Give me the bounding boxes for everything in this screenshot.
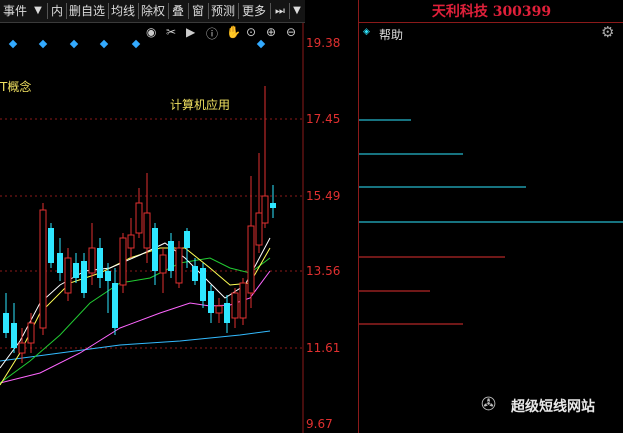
toolbar-separator — [238, 3, 239, 19]
event-markers[interactable] — [8, 39, 266, 49]
chart-toolbar: 事件 ▼ 内 删自选 均线 除权 叠 窗 预测 更多 ⏭ ▼ — [0, 0, 305, 23]
candle-body[interactable] — [119, 237, 127, 286]
toolbar-forecast[interactable]: 预测 — [210, 2, 236, 20]
candle-body[interactable] — [81, 261, 87, 293]
kline-chart-panel[interactable]: ◉ ✂ ▶ ⓘ ✋ ⊙ ⊕ ⊖ T概念 计算机应用 19.38 17.45 15… — [0, 23, 358, 433]
candle-body[interactable] — [159, 254, 167, 274]
toolbar-separator — [208, 3, 209, 19]
candle-body[interactable] — [97, 248, 103, 278]
toolbar-separator — [138, 3, 139, 19]
candle-body[interactable] — [231, 292, 239, 319]
quote-panel: 天利科技 300399 ◈ 帮助 ⚙ ✇ 超级短线网站 — [358, 0, 623, 433]
candlesticks[interactable] — [3, 86, 276, 363]
toolbar-separator — [108, 3, 109, 19]
candle-body[interactable] — [175, 247, 183, 284]
play-prev-icon[interactable]: ⏭ — [272, 2, 288, 20]
dropdown-icon[interactable]: ▼ — [291, 2, 303, 20]
toolbar-separator — [47, 3, 48, 19]
candle-body[interactable] — [135, 202, 143, 234]
menu-dropdown-icon[interactable]: ▼ — [31, 2, 45, 20]
candle-body[interactable] — [168, 241, 174, 271]
candle-body[interactable] — [64, 257, 72, 294]
candle-body[interactable] — [57, 253, 63, 273]
candle-body[interactable] — [105, 271, 111, 281]
toolbar-separator — [270, 3, 271, 19]
candle-body[interactable] — [270, 203, 276, 208]
candle-body[interactable] — [255, 212, 263, 246]
candle-body[interactable] — [152, 228, 158, 271]
price-axis-label: 9.67 — [306, 417, 333, 431]
candle-body[interactable] — [112, 283, 118, 328]
candle-body[interactable] — [127, 234, 135, 249]
hand-icon[interactable]: ✋ — [226, 25, 241, 39]
chart-annotation: 计算机应用 — [170, 98, 231, 112]
play-icon[interactable]: ▶ — [186, 25, 195, 39]
plus-icon[interactable]: ⊕ — [266, 25, 276, 39]
eye-icon[interactable]: ◉ — [146, 25, 156, 39]
kline-chart[interactable] — [0, 23, 358, 433]
toolbar-separator — [289, 3, 290, 19]
price-axis-label: 11.61 — [306, 341, 341, 355]
price-axis-label: 13.56 — [306, 264, 341, 278]
ma-line — [0, 330, 271, 362]
candle-body[interactable] — [208, 291, 214, 313]
candle-body[interactable] — [239, 282, 247, 319]
toolbar-separator — [168, 3, 169, 19]
toolbar-inner[interactable]: 内 — [50, 2, 64, 20]
candle-body[interactable] — [3, 313, 9, 333]
candle-body[interactable] — [73, 263, 79, 278]
candle-body[interactable] — [11, 323, 17, 348]
candle-body[interactable] — [215, 305, 223, 314]
candle-body[interactable] — [192, 266, 198, 281]
info-icon[interactable]: ⓘ — [206, 25, 218, 42]
candle-body[interactable] — [18, 342, 26, 354]
candle-body[interactable] — [88, 247, 96, 274]
watermark-text: 超级短线网站 — [511, 399, 595, 415]
toolbar-more[interactable]: 更多 — [241, 2, 267, 20]
scissors-icon[interactable]: ✂ — [166, 25, 176, 39]
toolbar-ex-rights[interactable]: 除权 — [140, 2, 166, 20]
candle-body[interactable] — [261, 195, 269, 224]
toolbar-events[interactable]: 事件 — [0, 2, 30, 20]
toolbar-window[interactable]: 窗 — [191, 2, 205, 20]
price-axis-label: 17.45 — [306, 112, 341, 126]
chart-tools: ◉ ✂ ▶ ⓘ ✋ ⊙ ⊕ ⊖ — [146, 25, 306, 41]
toolbar-separator — [188, 3, 189, 19]
candle-body[interactable] — [247, 225, 255, 294]
price-axis-label: 15.49 — [306, 189, 341, 203]
price-axis-label: 19.38 — [306, 36, 341, 50]
candle-body[interactable] — [27, 322, 35, 344]
toolbar-remove-watchlist[interactable]: 删自选 — [68, 2, 106, 20]
chip-distribution — [359, 119, 623, 325]
watermark: ✇ 超级短线网站 — [481, 394, 621, 418]
target-icon[interactable]: ⊙ — [246, 25, 256, 39]
concept-label: T概念 — [0, 80, 32, 94]
candle-body[interactable] — [200, 268, 206, 301]
wechat-icon: ✇ — [481, 394, 497, 415]
candle-body[interactable] — [48, 228, 54, 263]
toolbar-overlay[interactable]: 叠 — [171, 2, 185, 20]
candle-body[interactable] — [39, 209, 47, 329]
candle-body[interactable] — [184, 231, 190, 248]
minus-icon[interactable]: ⊖ — [286, 25, 296, 39]
candle-body[interactable] — [224, 303, 230, 323]
candle-body[interactable] — [143, 212, 151, 249]
toolbar-moving-average[interactable]: 均线 — [110, 2, 136, 20]
toolbar-separator — [66, 3, 67, 19]
